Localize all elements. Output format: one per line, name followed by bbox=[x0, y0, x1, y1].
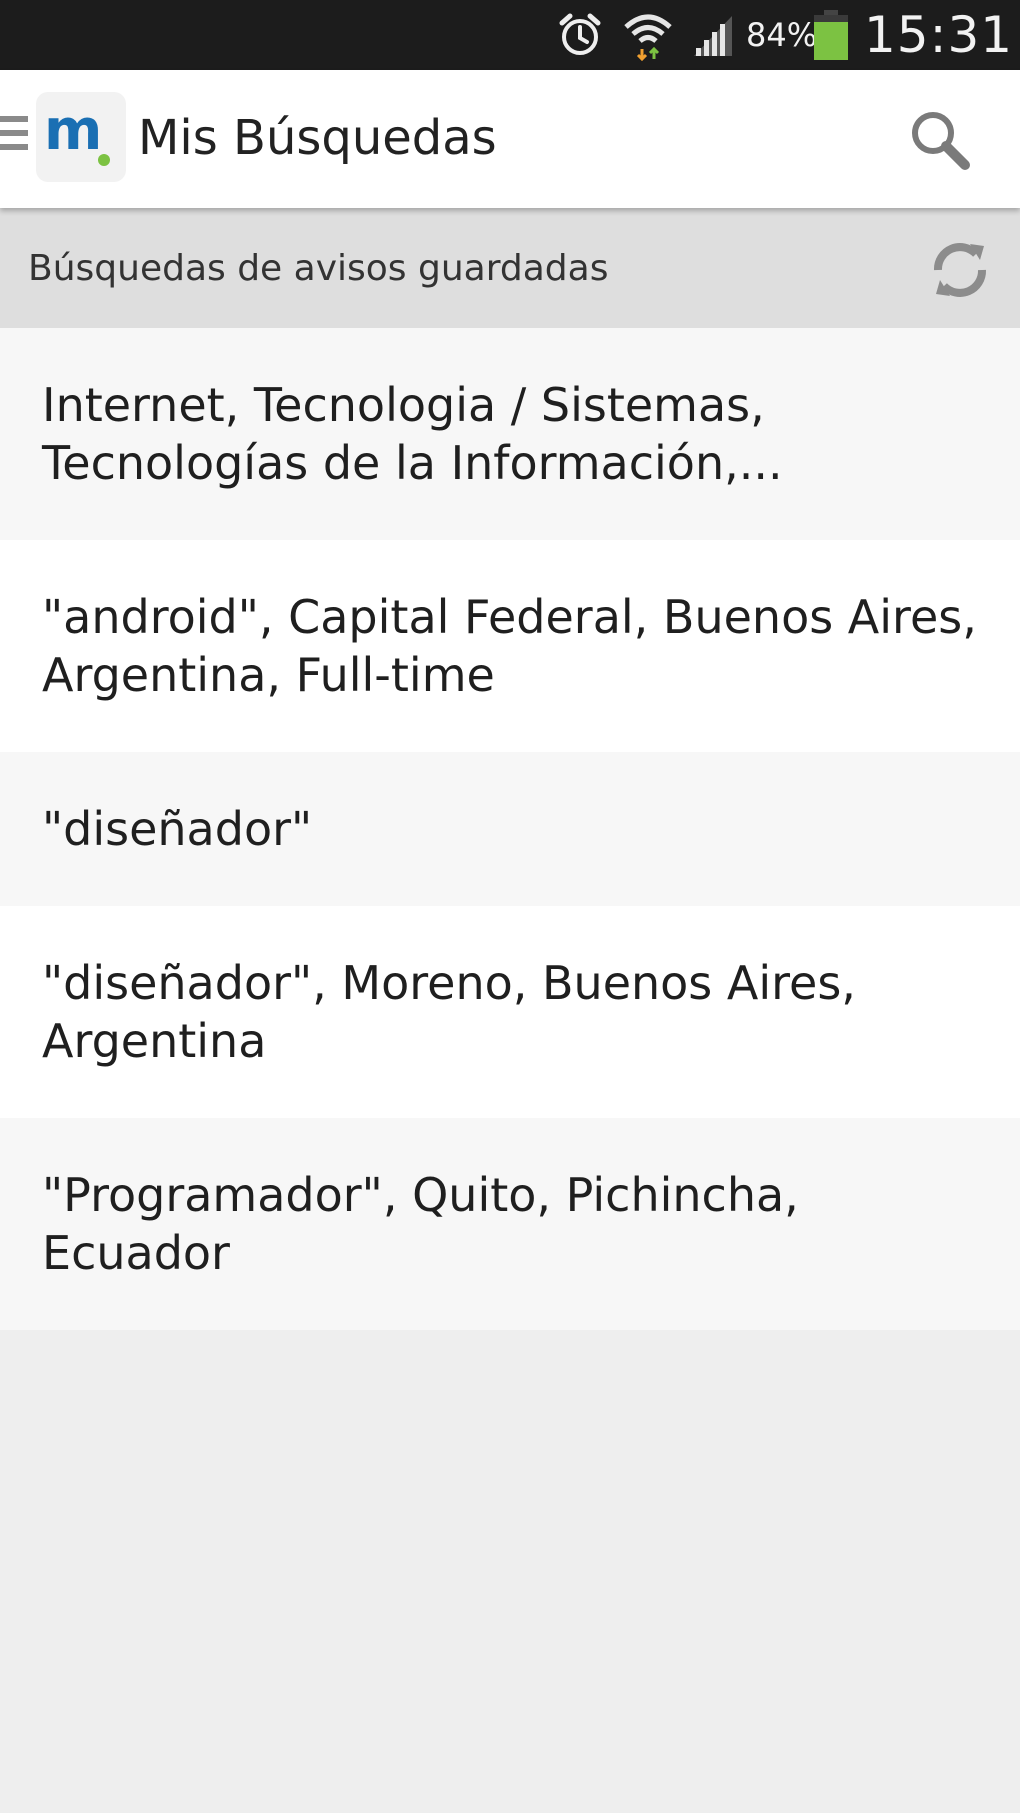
search-button[interactable] bbox=[900, 100, 980, 180]
logo-dot bbox=[98, 154, 110, 166]
refresh-icon bbox=[934, 243, 986, 297]
battery-icon bbox=[812, 0, 852, 70]
menu-icon[interactable] bbox=[0, 116, 28, 162]
app-logo[interactable]: m bbox=[36, 92, 126, 182]
page-title: Mis Búsquedas bbox=[138, 110, 497, 166]
status-bar: 84% 15:31 bbox=[0, 0, 1020, 70]
battery-percent: 84% bbox=[746, 16, 818, 54]
list-item[interactable]: "diseñador" bbox=[0, 752, 1020, 906]
refresh-button[interactable] bbox=[922, 232, 998, 308]
app-bar: m Mis Búsquedas bbox=[0, 70, 1020, 208]
wifi-icon bbox=[622, 0, 678, 70]
section-header: Búsquedas de avisos guardadas bbox=[0, 208, 1020, 328]
signal-icon bbox=[690, 0, 740, 70]
clock-time: 15:31 bbox=[864, 6, 1014, 64]
search-icon bbox=[912, 112, 970, 170]
section-label: Búsquedas de avisos guardadas bbox=[28, 248, 609, 289]
saved-searches-list: Internet, Tecnologia / Sistemas, Tecnolo… bbox=[0, 328, 1020, 1330]
logo-letter: m bbox=[44, 98, 103, 163]
list-item[interactable]: "android", Capital Federal, Buenos Aires… bbox=[0, 540, 1020, 752]
alarm-icon bbox=[556, 0, 608, 70]
list-item[interactable]: "Programador", Quito, Pichincha, Ecuador bbox=[0, 1118, 1020, 1330]
list-item[interactable]: "diseñador", Moreno, Buenos Aires, Argen… bbox=[0, 906, 1020, 1118]
list-item[interactable]: Internet, Tecnologia / Sistemas, Tecnolo… bbox=[0, 328, 1020, 540]
